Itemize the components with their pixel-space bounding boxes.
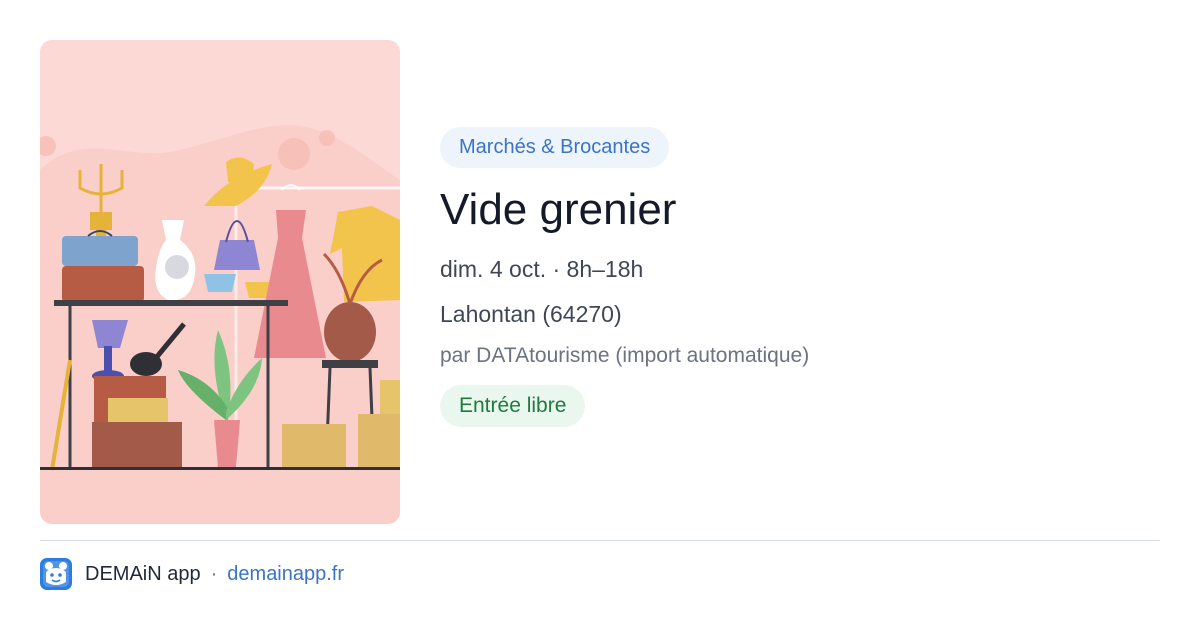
event-illustration bbox=[40, 40, 400, 524]
footer-divider bbox=[40, 540, 1160, 541]
event-location: Lahontan (64270) bbox=[440, 301, 622, 327]
brand-name: DEMAiN app bbox=[85, 562, 201, 585]
site-link[interactable]: demainapp.fr bbox=[227, 563, 344, 586]
event-source: par DATAtourisme (import automatique) bbox=[440, 344, 810, 367]
brocante-illustration-svg bbox=[40, 125, 400, 524]
footer: DEMAiN app · demainapp.fr bbox=[40, 558, 344, 590]
demain-app-logo-icon bbox=[40, 558, 72, 590]
price-chip: Entrée libre bbox=[440, 385, 586, 427]
event-title: Vide grenier bbox=[440, 185, 677, 234]
event-date: dim. 4 oct. · 8h–18h bbox=[440, 256, 644, 282]
footer-separator: · bbox=[210, 562, 218, 585]
event-info: Marchés & Brocantes Vide grenier dim. 4 … bbox=[440, 127, 1160, 427]
category-chip[interactable]: Marchés & Brocantes bbox=[440, 127, 670, 168]
